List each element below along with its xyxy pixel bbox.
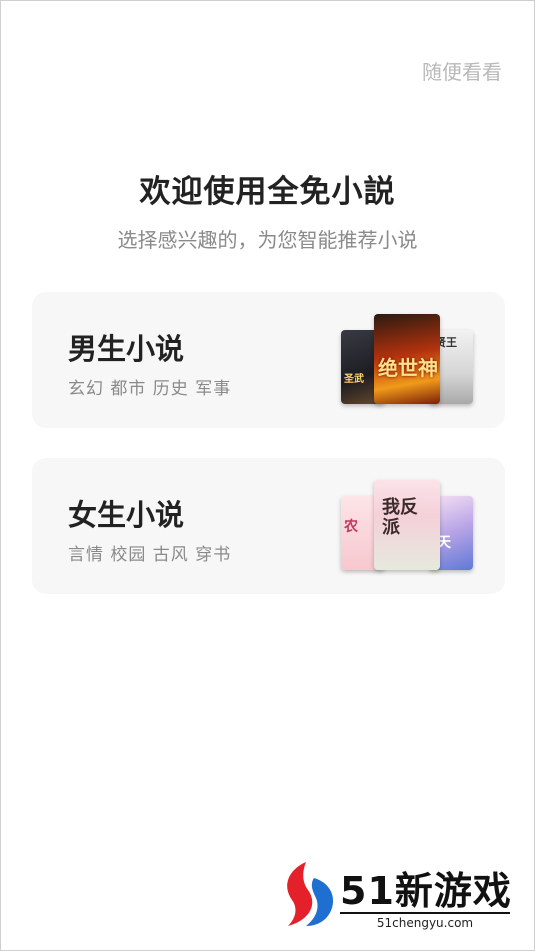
female-novel-title: 女生小说 [68,498,185,532]
book-cover-title: 圣武 [344,374,364,385]
skip-browse-button[interactable]: 随便看看 [422,56,502,85]
book-cover-title: 绝世神 [378,356,438,380]
watermark-brand: 51新游戏 [340,869,512,913]
male-novel-tags: 玄幻 都市 历史 军事 [68,379,232,399]
book-cover-title: 农 [344,519,358,535]
female-novel-covers: 农 天 我反派 [341,480,473,572]
female-novel-card[interactable]: 女生小说 言情 校园 古风 穿书 农 天 我反派 [32,458,505,594]
male-novel-title: 男生小说 [68,332,185,366]
welcome-title: 欢迎使用全免小説 [139,174,396,210]
brand-logo-icon [287,862,334,926]
female-novel-tags: 言情 校园 古风 穿书 [68,545,232,565]
book-cover: 绝世神 [374,314,440,404]
welcome-subtitle: 选择感兴趣的，为您智能推荐小说 [117,228,418,252]
book-cover-title: 我反派 [382,497,418,538]
book-cover: 我反派 [374,480,440,570]
male-novel-covers: 圣武 贤王 绝世神 [341,314,473,406]
app-screen: 随便看看 欢迎使用全免小説 选择感兴趣的，为您智能推荐小说 男生小说 玄幻 都市… [0,0,535,951]
watermark-url: 51chengyu.com [340,912,510,930]
site-watermark: 51新游戏 51chengyu.com [276,854,516,934]
male-novel-card[interactable]: 男生小说 玄幻 都市 历史 军事 圣武 贤王 绝世神 [32,292,505,428]
